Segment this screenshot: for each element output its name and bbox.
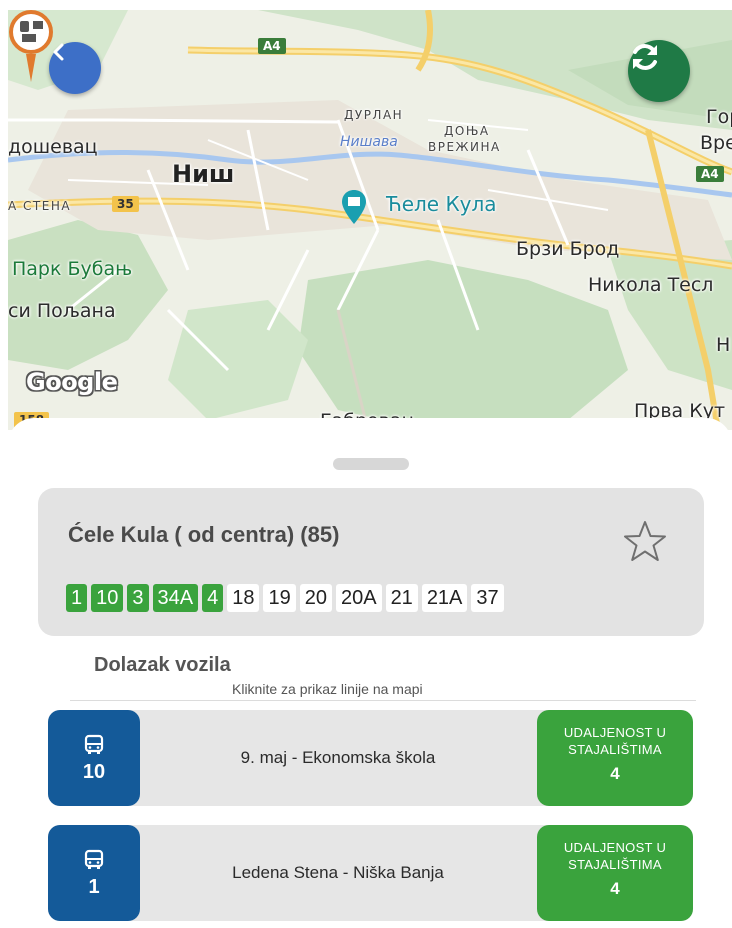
refresh-button[interactable] xyxy=(628,40,690,102)
back-button[interactable] xyxy=(49,42,101,94)
map-label-vrezina: ВРЕЖИНА xyxy=(428,140,501,154)
road-shield-a4: A4 xyxy=(258,38,286,54)
line-chip[interactable]: 37 xyxy=(471,584,504,612)
line-chip[interactable]: 20 xyxy=(299,584,332,612)
line-chip[interactable]: 34A xyxy=(152,584,199,612)
map-label-h: Н xyxy=(716,334,731,356)
map-label-vre: Вре xyxy=(700,132,732,154)
line-chip[interactable]: 4 xyxy=(202,584,224,612)
stop-card: Ćele Kula ( od centra) (85) 1 10 3 34A 4… xyxy=(38,488,704,636)
stop-title: Ćele Kula ( od centra) (85) xyxy=(68,522,340,547)
map-label-nis: Ниш xyxy=(172,160,235,188)
distance-label: UDALJENOST U STAJALIŠTIMA xyxy=(563,725,667,757)
bus-icon xyxy=(84,849,104,869)
refresh-icon xyxy=(633,44,657,70)
map-label-donja: ДОЊА xyxy=(444,124,490,138)
map-label-doshevac: дошевац xyxy=(8,136,98,158)
line-number: 10 xyxy=(82,760,106,783)
favorite-star-icon[interactable] xyxy=(620,518,670,566)
map-label-gor: Гор xyxy=(706,106,732,128)
map-label-brzi-brod: Брзи Брод xyxy=(516,238,620,260)
line-chip[interactable]: 21 xyxy=(385,584,418,612)
distance-value: 4 xyxy=(610,764,620,783)
destination: Ledena Stena - Niška Banja xyxy=(232,863,444,882)
map-view[interactable]: ДУРЛАН Нишава ДОЊА ВРЕЖИНА дошевац Ниш А… xyxy=(8,10,732,430)
line-badge: 1 xyxy=(48,825,140,921)
map-label-poljana: си Пољана xyxy=(8,300,116,322)
line-chip[interactable]: 20A xyxy=(335,584,382,612)
distance-box: UDALJENOST U STAJALIŠTIMA 4 xyxy=(537,710,693,806)
distance-value: 4 xyxy=(610,879,620,898)
drag-handle[interactable] xyxy=(333,458,409,470)
road-shield-a4-right: A4 xyxy=(696,166,724,182)
bus-icon xyxy=(84,734,104,754)
destination: 9. maj - Ekonomska škola xyxy=(240,748,436,767)
chevron-left-icon xyxy=(53,43,64,61)
line-list: 1 10 3 34A 4 18 19 20 20A 21 21A 37 xyxy=(66,584,504,612)
map-label-cele-kula: Ћеле Кула xyxy=(386,192,497,216)
line-chip[interactable]: 10 xyxy=(91,584,124,612)
arrival-row[interactable]: 1 Ledena Stena - Niška Banja UDALJENOST … xyxy=(48,825,693,921)
arrivals-subtitle: Kliknite za prikaz linije na mapi xyxy=(232,681,423,697)
map-label-nisava: Нишава xyxy=(340,134,398,150)
map-label-durlan: ДУРЛАН xyxy=(344,108,404,122)
line-chip[interactable]: 1 xyxy=(66,584,88,612)
distance-label: UDALJENOST U STAJALIŠTIMA xyxy=(563,840,667,872)
map-label-nikola-tesla: Никола Тесл xyxy=(588,274,714,296)
line-chip[interactable]: 19 xyxy=(263,584,296,612)
map-label-park-bubanj: Парк Бубањ xyxy=(12,258,133,280)
arrival-row[interactable]: 10 9. maj - Ekonomska škola UDALJENOST U… xyxy=(48,710,693,806)
distance-box: UDALJENOST U STAJALIŠTIMA 4 xyxy=(537,825,693,921)
arrivals-title: Dolazak vozila xyxy=(94,654,231,676)
line-number: 1 xyxy=(88,875,100,898)
museum-marker-icon[interactable] xyxy=(342,190,366,226)
line-badge: 10 xyxy=(48,710,140,806)
map-label-stena: А СТЕНА xyxy=(8,199,72,213)
line-chip[interactable]: 18 xyxy=(227,584,260,612)
road-shield-35: 35 xyxy=(112,196,139,212)
line-chip[interactable]: 3 xyxy=(127,584,149,612)
divider xyxy=(70,700,696,701)
google-logo: Google xyxy=(26,368,118,396)
map-canvas xyxy=(8,10,732,430)
bus-stop-pin-icon[interactable] xyxy=(8,10,54,90)
line-chip[interactable]: 21A xyxy=(421,584,468,612)
